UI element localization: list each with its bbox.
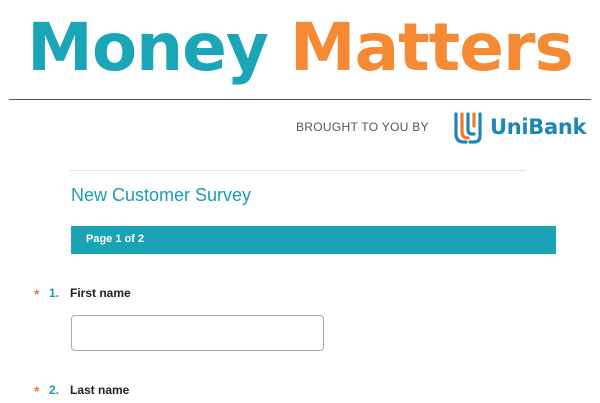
question-last-name: * 2. Last name xyxy=(34,383,574,401)
page-indicator: Page 1 of 2 xyxy=(86,233,145,245)
brand-title-word-money: Money xyxy=(27,9,269,86)
brand-header: Money Matters xyxy=(0,0,600,96)
bank-logo: UniBank xyxy=(452,110,592,146)
header-divider xyxy=(9,99,591,100)
bank-name: UniBank xyxy=(490,115,587,139)
question-number: 1. xyxy=(49,286,60,300)
survey-page: Money Matters BROUGHT TO YOU BY UniBank … xyxy=(0,0,600,403)
required-marker: * xyxy=(34,286,40,302)
required-marker: * xyxy=(34,383,40,399)
unibank-logo-icon xyxy=(454,112,482,144)
section-divider xyxy=(70,170,526,171)
first-name-input[interactable] xyxy=(71,315,324,351)
sponsor-label: BROUGHT TO YOU BY xyxy=(296,120,429,134)
question-number: 2. xyxy=(49,383,60,397)
page-progress-bar: Page 1 of 2 xyxy=(71,226,556,254)
question-label: Last name xyxy=(70,383,130,397)
question-label: First name xyxy=(70,286,131,300)
brand-logo-title: Money Matters xyxy=(0,0,600,96)
question-first-name: * 1. First name xyxy=(34,286,574,304)
brand-title-word-matters: Matters xyxy=(289,9,574,86)
survey-title: New Customer Survey xyxy=(71,185,252,205)
